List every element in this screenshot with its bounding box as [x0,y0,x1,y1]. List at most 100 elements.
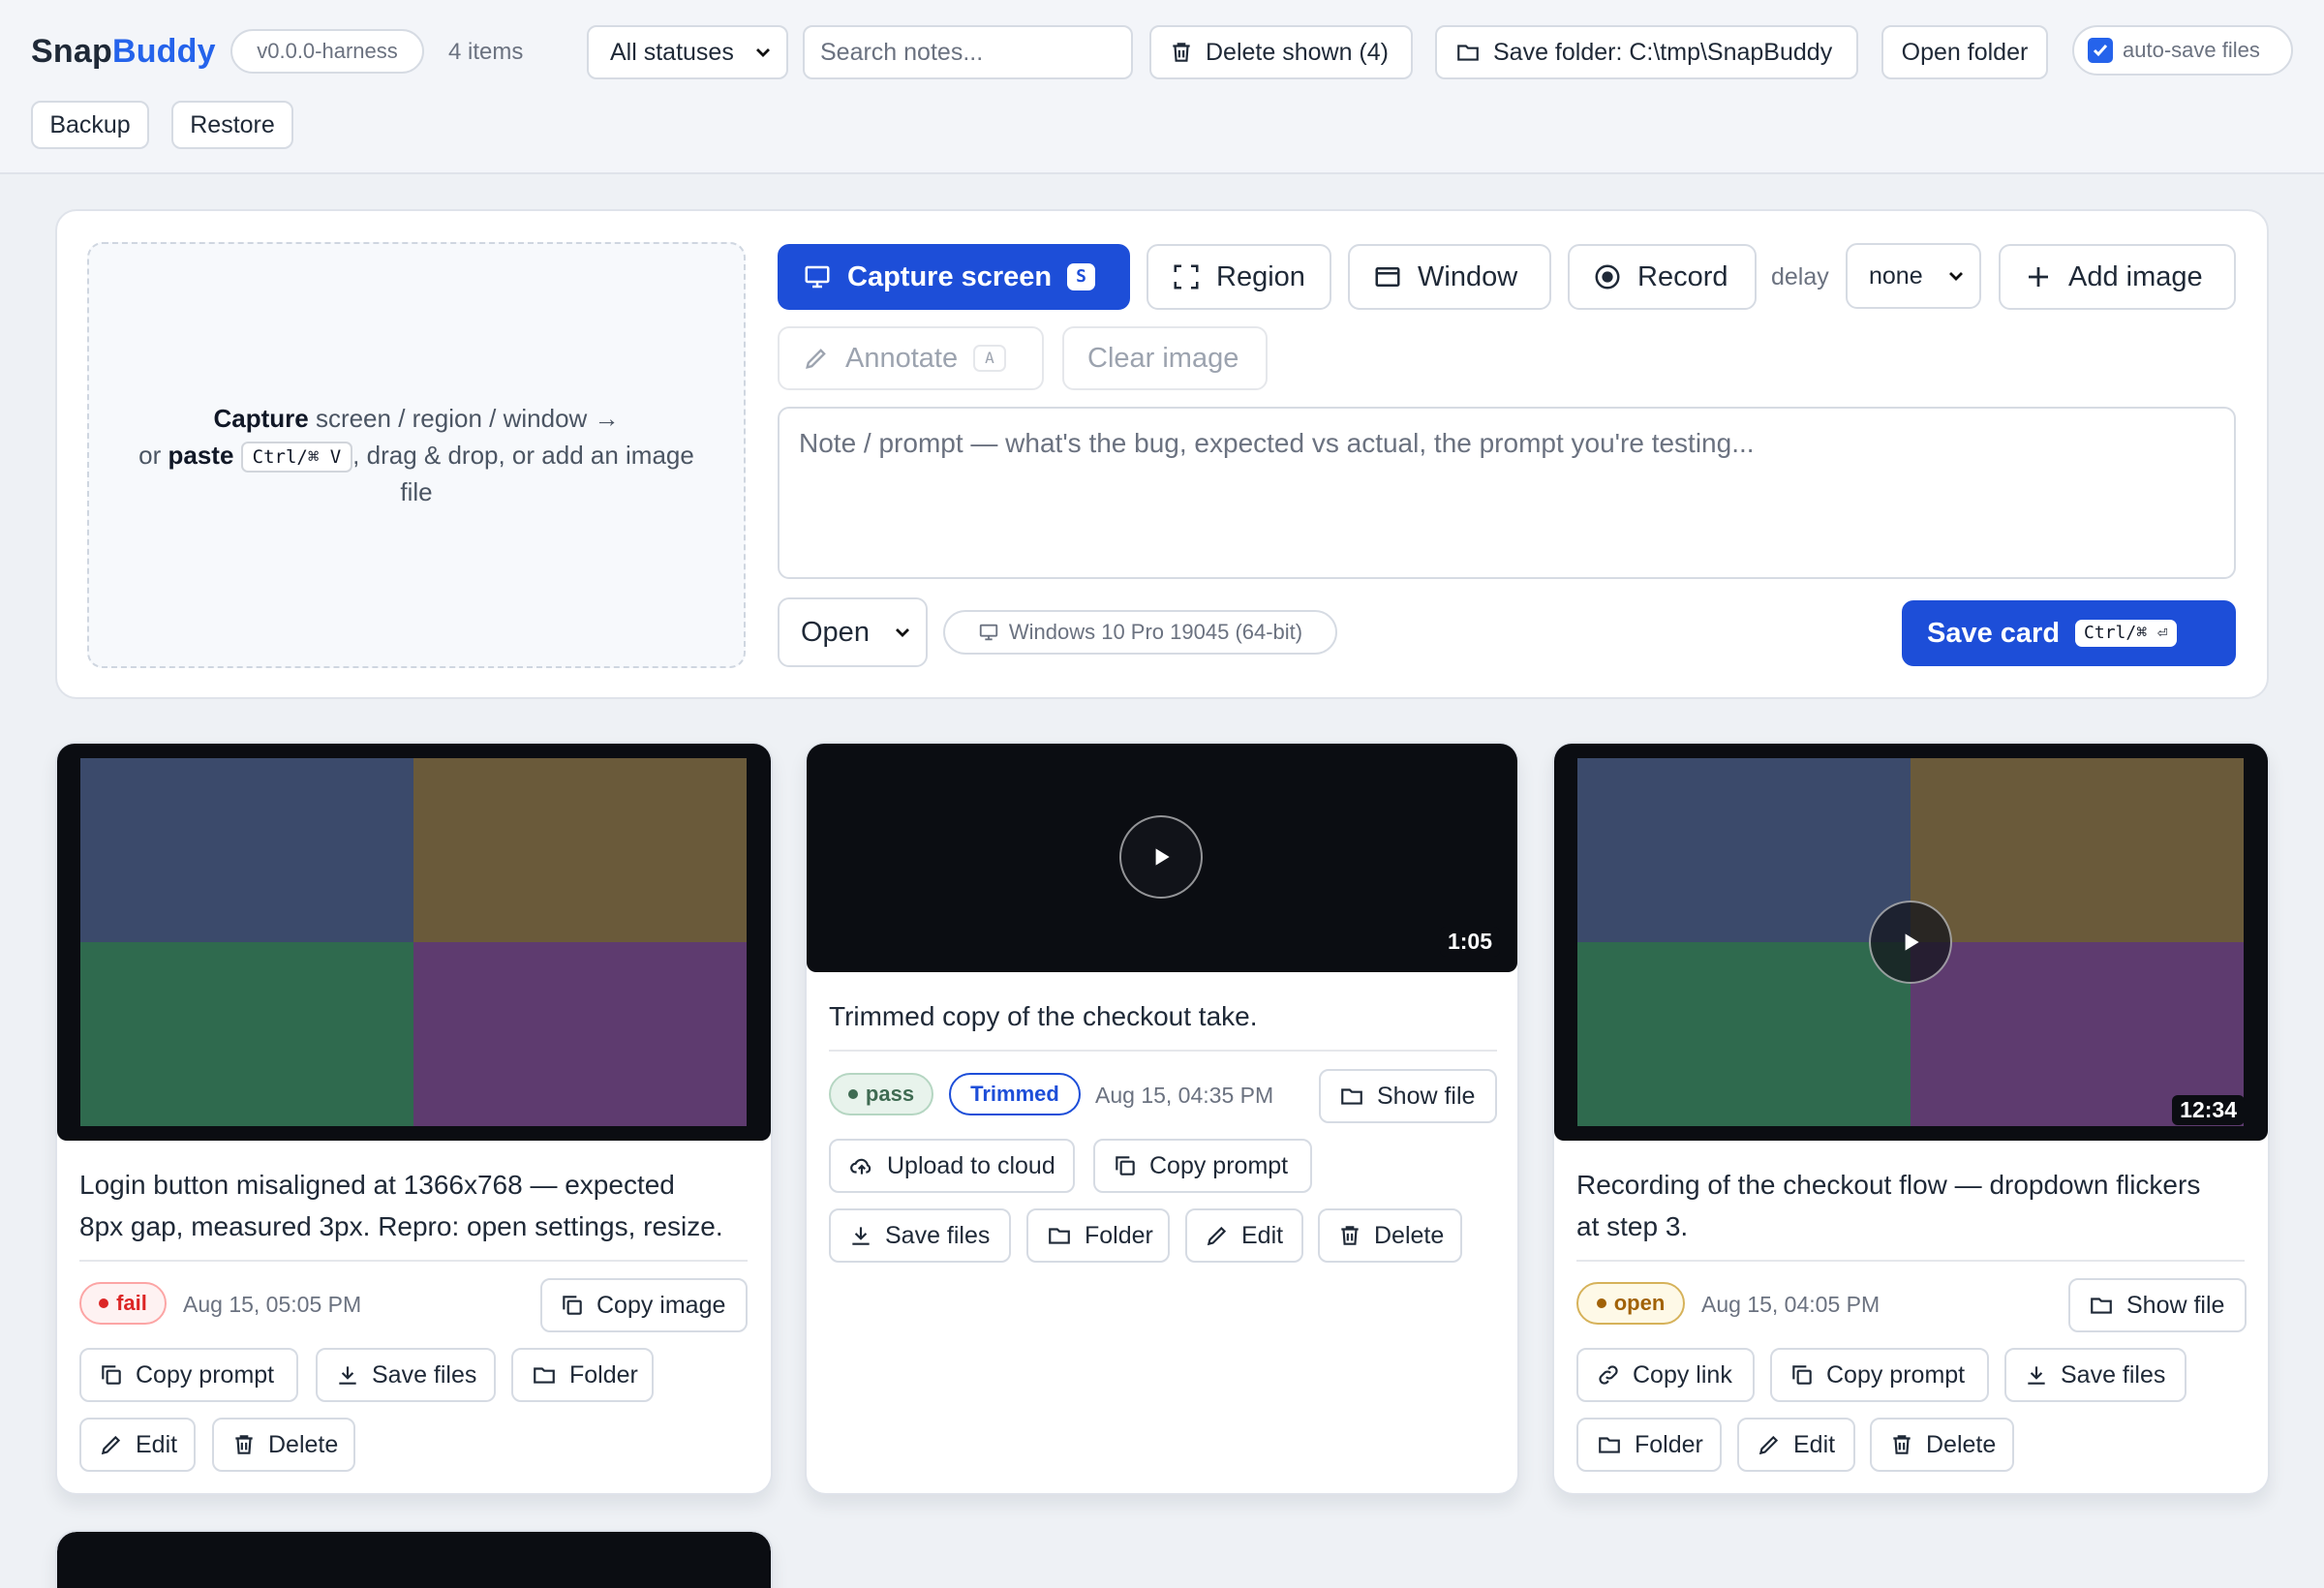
status-badge-pass: pass [829,1073,933,1115]
chevron-down-icon [896,628,909,637]
image-quadrant [1577,758,1911,942]
annotate-button[interactable]: Annotate A [778,326,1044,390]
upload-cloud-button[interactable]: Upload to cloud [829,1139,1075,1193]
save-files-label: Save files [885,1221,991,1249]
save-card-button[interactable]: Save card Ctrl/⌘ ⏎ [1902,600,2236,666]
save-folder-button[interactable]: Save folder: C:\tmp\SnapBuddy [1435,25,1858,79]
note-textarea[interactable]: Note / prompt — what's the bug, expected… [778,407,2236,579]
window-label: Window [1418,260,1518,292]
image-quadrant [1911,758,2244,942]
folder-icon [1341,1088,1362,1105]
backup-button[interactable]: Backup [31,101,149,149]
copy-prompt-button[interactable]: Copy prompt [1093,1139,1312,1193]
monitor-icon [979,624,998,641]
show-file-button[interactable]: Show file [2068,1278,2247,1332]
download-icon [339,1366,356,1385]
card-1-screenshot[interactable] [57,744,771,1141]
copy-prompt-button[interactable]: Copy prompt [1770,1348,1989,1402]
image-quadrant [1577,942,1911,1126]
capture-shortcut: S [1067,263,1095,290]
save-card-shortcut: Ctrl/⌘ ⏎ [2075,620,2177,647]
card-2-note-line: Trimmed copy of the checkout take. [829,1001,1258,1031]
download-icon [2028,1366,2045,1385]
cloud-upload-icon [850,1158,872,1175]
drop-zone[interactable]: Capture screen / region / window → or pa… [87,242,746,668]
card-1-note-line: Login button misaligned at 1366x768 — ex… [79,1170,675,1200]
card-3-note-line: at step 3. [1576,1211,1689,1241]
clear-image-button[interactable]: Clear image [1062,326,1268,390]
card-4 [55,1530,773,1588]
card-3-note: Recording of the checkout flow — dropdow… [1576,1164,2200,1247]
video-duration: 1:05 [1439,927,1500,957]
delete-label: Delete [268,1430,339,1458]
copy-icon [1792,1365,1812,1385]
pencil-icon [1758,1435,1779,1455]
folder-button[interactable]: Folder [511,1348,654,1402]
divider [829,1050,1497,1052]
copy-image-button[interactable]: Copy image [540,1278,748,1332]
drop-line2: , drag & drop, or add an image [352,441,694,470]
status-label: fail [116,1291,147,1315]
delete-shown-button[interactable]: Delete shown (4) [1149,25,1413,79]
image-quadrant [80,942,413,1126]
delay-select[interactable]: none [1846,243,1981,309]
download-icon [852,1227,870,1245]
trash-icon [1173,43,1190,62]
folder-button[interactable]: Folder [1576,1418,1722,1472]
version-badge: v0.0.0-harness [230,29,424,74]
status-select[interactable]: Open [778,597,928,667]
status-select-value: Open [801,616,870,648]
status-dot [1596,1298,1606,1308]
plus-icon [2029,267,2048,287]
record-icon [1595,264,1620,290]
folder-icon [1049,1228,1070,1244]
save-folder-label: Save folder: C:\tmp\SnapBuddy [1493,38,1833,66]
checkbox-checked-icon[interactable] [2088,38,2113,63]
edit-button[interactable]: Edit [1737,1418,1855,1472]
copy-prompt-button[interactable]: Copy prompt [79,1348,298,1402]
delete-button[interactable]: Delete [1870,1418,2014,1472]
folder-button[interactable]: Folder [1026,1208,1170,1263]
status-dot [847,1089,858,1099]
card-2-note: Trimmed copy of the checkout take. [829,995,1258,1037]
capture-screen-button[interactable]: Capture screen S [778,244,1130,310]
trash-icon [1341,1226,1359,1245]
capture-screen-label: Capture screen [847,260,1053,292]
drop-or: or [138,441,168,470]
add-image-button[interactable]: Add image [1999,244,2236,310]
delay-label: delay [1771,263,1829,290]
card-3-date: Aug 15, 04:05 PM [1701,1292,1881,1317]
window-button[interactable]: Window [1348,244,1551,310]
item-count: 4 items [448,39,524,65]
copy-prompt-label: Copy prompt [1826,1360,1966,1389]
save-files-button[interactable]: Save files [829,1208,1011,1263]
open-folder-button[interactable]: Open folder [1881,25,2048,79]
divider [1576,1260,2245,1262]
autosave-toggle[interactable]: auto-save files [2072,25,2293,76]
edit-button[interactable]: Edit [79,1418,196,1472]
search-input[interactable]: Search notes... [803,25,1133,79]
copy-link-button[interactable]: Copy link [1576,1348,1755,1402]
delete-button[interactable]: Delete [1318,1208,1462,1263]
edit-label: Edit [1793,1430,1836,1458]
record-button[interactable]: Record [1568,244,1757,310]
card-3-video[interactable]: 12:34 [1554,744,2268,1141]
card-2-video[interactable]: 1:05 [807,744,1517,972]
status-label: pass [865,1082,915,1106]
card-4-media[interactable] [57,1532,771,1588]
status-label: open [1613,1291,1666,1315]
edit-button[interactable]: Edit [1185,1208,1303,1263]
record-label: Record [1637,260,1728,292]
os-info-text: Windows 10 Pro 19045 (64-bit) [1008,620,1303,644]
delete-button[interactable]: Delete [212,1418,355,1472]
region-button[interactable]: Region [1147,244,1331,310]
show-file-button[interactable]: Show file [1319,1069,1497,1123]
save-files-button[interactable]: Save files [2004,1348,2186,1402]
play-icon[interactable] [1119,815,1203,899]
chevron-down-icon [1949,272,1963,281]
restore-button[interactable]: Restore [171,101,293,149]
status-filter-select[interactable]: All statuses [587,25,788,79]
save-files-button[interactable]: Save files [316,1348,496,1402]
play-icon[interactable] [1869,901,1952,984]
folder-icon [2091,1298,2112,1314]
